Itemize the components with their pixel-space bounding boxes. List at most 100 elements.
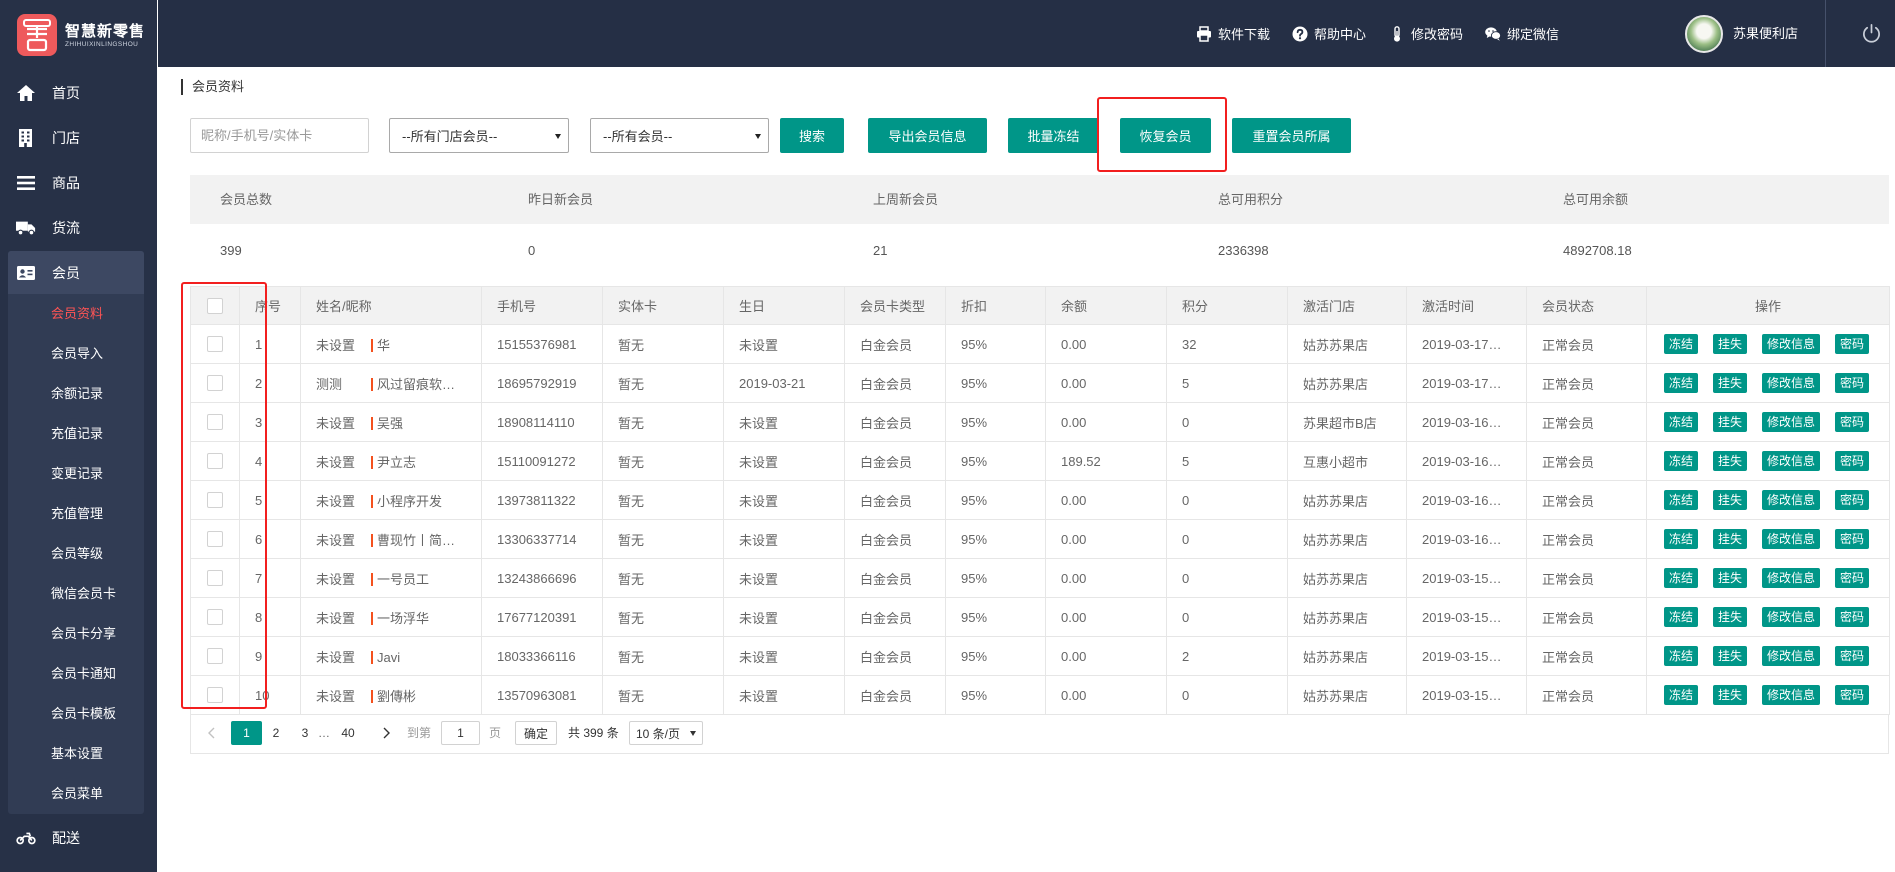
freeze-button[interactable]: 冻结: [1664, 451, 1699, 471]
avatar[interactable]: [1685, 15, 1723, 53]
search-button[interactable]: 搜索: [780, 118, 844, 153]
password-button[interactable]: 密码: [1835, 490, 1870, 510]
power-icon[interactable]: [1861, 23, 1882, 44]
sidebar-item-store[interactable]: 门店: [0, 115, 157, 160]
submenu-member-levels[interactable]: 会员等级: [8, 534, 144, 574]
row-checkbox[interactable]: [207, 336, 223, 353]
freeze-button[interactable]: 冻结: [1664, 685, 1699, 705]
freeze-button[interactable]: 冻结: [1664, 490, 1699, 510]
page-40[interactable]: 40: [337, 721, 359, 745]
software-download-link[interactable]: 软件下载: [1196, 0, 1270, 67]
report-loss-button[interactable]: 挂失: [1713, 490, 1748, 510]
password-button[interactable]: 密码: [1835, 685, 1870, 705]
bind-wechat-link[interactable]: 绑定微信: [1485, 0, 1559, 67]
row-checkbox[interactable]: [207, 609, 223, 626]
page-3[interactable]: 3: [299, 721, 311, 745]
physical-card-cell: 暂无: [602, 597, 724, 637]
row-checkbox[interactable]: [207, 687, 223, 704]
balance-cell: 0.00: [1045, 402, 1167, 442]
submenu-member-card-share[interactable]: 会员卡分享: [8, 614, 144, 654]
edit-info-button[interactable]: 修改信息: [1762, 607, 1821, 627]
help-center-link[interactable]: 帮助中心: [1292, 0, 1366, 67]
freeze-button[interactable]: 冻结: [1664, 646, 1699, 666]
freeze-button[interactable]: 冻结: [1664, 568, 1699, 588]
submenu-change-records[interactable]: 变更记录: [8, 454, 144, 494]
row-checkbox[interactable]: [207, 570, 223, 587]
batch-freeze-button[interactable]: 批量冻结: [1008, 118, 1099, 153]
freeze-button[interactable]: 冻结: [1664, 412, 1699, 432]
password-button[interactable]: 密码: [1835, 607, 1870, 627]
report-loss-button[interactable]: 挂失: [1713, 373, 1748, 393]
store-member-select[interactable]: --所有门店会员--: [389, 118, 569, 153]
password-button[interactable]: 密码: [1835, 451, 1870, 471]
sidebar-item-member[interactable]: 会员: [8, 251, 144, 294]
change-password-link[interactable]: 修改密码: [1389, 0, 1463, 67]
report-loss-button[interactable]: 挂失: [1713, 334, 1748, 354]
password-button[interactable]: 密码: [1835, 373, 1870, 393]
edit-info-button[interactable]: 修改信息: [1762, 568, 1821, 588]
edit-info-button[interactable]: 修改信息: [1762, 490, 1821, 510]
page-size-select[interactable]: 10 条/页: [629, 721, 703, 745]
page-1[interactable]: 1: [231, 721, 262, 745]
password-button[interactable]: 密码: [1835, 529, 1870, 549]
edit-info-button[interactable]: 修改信息: [1762, 412, 1821, 432]
report-loss-button[interactable]: 挂失: [1713, 568, 1748, 588]
submenu-member-card-template[interactable]: 会员卡模板: [8, 694, 144, 734]
freeze-button[interactable]: 冻结: [1664, 334, 1699, 354]
submenu-member-menu[interactable]: 会员菜单: [8, 774, 144, 814]
row-checkbox[interactable]: [207, 414, 223, 431]
submenu-wechat-member-card[interactable]: 微信会员卡: [8, 574, 144, 614]
password-button[interactable]: 密码: [1835, 412, 1870, 432]
row-checkbox[interactable]: [207, 648, 223, 665]
store-user-name[interactable]: 苏果便利店: [1733, 0, 1798, 67]
report-loss-button[interactable]: 挂失: [1713, 529, 1748, 549]
submenu-member-import[interactable]: 会员导入: [8, 334, 144, 374]
report-loss-button[interactable]: 挂失: [1713, 451, 1748, 471]
chevron-left-icon[interactable]: [207, 721, 219, 745]
edit-info-button[interactable]: 修改信息: [1762, 646, 1821, 666]
edit-info-button[interactable]: 修改信息: [1762, 334, 1821, 354]
row-checkbox-cell: [190, 402, 240, 442]
submenu-member-card-notice[interactable]: 会员卡通知: [8, 654, 144, 694]
row-checkbox[interactable]: [207, 375, 223, 392]
report-loss-button[interactable]: 挂失: [1713, 685, 1748, 705]
goto-confirm-button[interactable]: 确定: [515, 721, 557, 745]
password-button[interactable]: 密码: [1835, 568, 1870, 588]
restore-member-button[interactable]: 恢复会员: [1120, 118, 1211, 153]
submenu-member-profile[interactable]: 会员资料: [8, 294, 144, 334]
search-input[interactable]: [190, 118, 369, 153]
member-status: 正常会员: [1542, 610, 1595, 626]
freeze-button[interactable]: 冻结: [1664, 607, 1699, 627]
goto-page-input[interactable]: [441, 721, 480, 745]
sidebar-item-home[interactable]: 首页: [0, 70, 157, 115]
sidebar-item-logistics[interactable]: 货流: [0, 205, 157, 250]
reset-member-owner-button[interactable]: 重置会员所属: [1232, 118, 1351, 153]
report-loss-button[interactable]: 挂失: [1713, 646, 1748, 666]
row-checkbox[interactable]: [207, 453, 223, 470]
submenu-balance-records[interactable]: 余额记录: [8, 374, 144, 414]
freeze-button[interactable]: 冻结: [1664, 529, 1699, 549]
edit-info-button[interactable]: 修改信息: [1762, 529, 1821, 549]
select-all-checkbox[interactable]: [207, 297, 223, 314]
report-loss-button[interactable]: 挂失: [1713, 607, 1748, 627]
edit-info-button[interactable]: 修改信息: [1762, 451, 1821, 471]
page-2[interactable]: 2: [270, 721, 282, 745]
phone: 17677120391: [497, 609, 577, 625]
report-loss-button[interactable]: 挂失: [1713, 412, 1748, 432]
member-type-select[interactable]: --所有会员--: [590, 118, 769, 153]
chevron-right-icon[interactable]: [381, 721, 393, 745]
password-button[interactable]: 密码: [1835, 646, 1870, 666]
sidebar-item-goods[interactable]: 商品: [0, 160, 157, 205]
sidebar-item-delivery[interactable]: 配送: [0, 815, 157, 860]
submenu-recharge-management[interactable]: 充值管理: [8, 494, 144, 534]
submenu-basic-settings[interactable]: 基本设置: [8, 734, 144, 774]
submenu-recharge-records[interactable]: 充值记录: [8, 414, 144, 454]
row-checkbox[interactable]: [207, 531, 223, 548]
freeze-button[interactable]: 冻结: [1664, 373, 1699, 393]
edit-info-button[interactable]: 修改信息: [1762, 373, 1821, 393]
row-checkbox[interactable]: [207, 492, 223, 509]
password-button[interactable]: 密码: [1835, 334, 1870, 354]
edit-info-button[interactable]: 修改信息: [1762, 685, 1821, 705]
activated-store-cell: 姑苏苏果店: [1287, 519, 1407, 559]
export-members-button[interactable]: 导出会员信息: [868, 118, 987, 153]
